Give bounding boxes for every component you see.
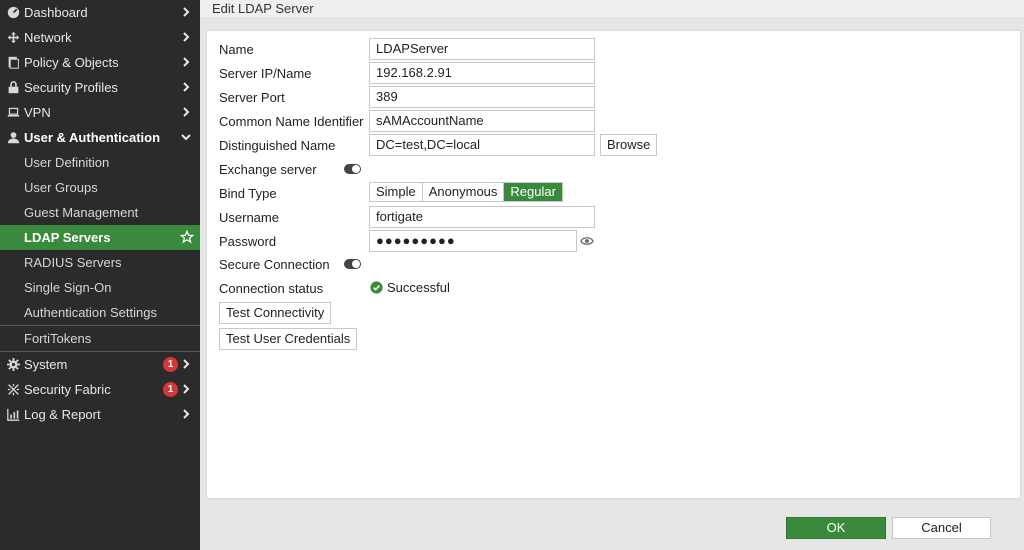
nav-policy-objects[interactable]: Policy & Objects: [0, 50, 200, 75]
nav-log-report[interactable]: Log & Report: [0, 402, 200, 427]
nav-security-profiles[interactable]: Security Profiles: [0, 75, 200, 100]
username-input[interactable]: fortigate: [369, 206, 595, 228]
chevron-right-icon: [180, 106, 192, 118]
policy-icon: [6, 56, 20, 70]
chevron-right-icon: [180, 358, 192, 370]
chevron-right-icon: [180, 31, 192, 43]
nav-user-authentication[interactable]: User & Authentication: [0, 125, 200, 150]
dn-row: Distinguished Name: [219, 134, 369, 156]
dashboard-icon: [6, 6, 20, 20]
chevron-right-icon: [180, 383, 192, 395]
username-label: Username: [219, 209, 279, 225]
nav-log-report-label: Log & Report: [24, 407, 101, 422]
eye-icon[interactable]: [580, 234, 594, 248]
server-row: Server IP/Name: [219, 62, 369, 84]
gear-icon: [6, 358, 20, 372]
check-circle-icon: [370, 281, 383, 294]
test-connectivity-button[interactable]: Test Connectivity: [219, 302, 332, 324]
bind-option-simple[interactable]: Simple: [370, 183, 423, 201]
name-label: Name: [219, 41, 254, 57]
chevron-right-icon: [180, 81, 192, 93]
name-input[interactable]: LDAPServer: [369, 38, 595, 60]
password-input[interactable]: ●●●●●●●●●: [369, 230, 577, 252]
chevron-down-icon: [180, 131, 192, 143]
star-icon[interactable]: [179, 229, 195, 244]
nav-user-authentication-label: User & Authentication: [24, 130, 161, 145]
cn-row: Common Name Identifier: [219, 110, 369, 132]
username-row: Username: [219, 206, 369, 228]
chevron-right-icon: [180, 56, 192, 68]
dn-label: Distinguished Name: [219, 137, 336, 153]
nav-security-profiles-label: Security Profiles: [24, 80, 118, 95]
bind-type-selector: Simple Anonymous Regular: [369, 182, 563, 202]
bind-row: Bind Type: [219, 182, 369, 204]
sidebar-item-ldap-servers[interactable]: LDAP Servers: [0, 225, 200, 250]
nav-system[interactable]: System 1: [0, 352, 200, 377]
nav-network[interactable]: Network: [0, 25, 200, 50]
exchange-toggle[interactable]: [344, 164, 361, 174]
port-row: Server Port: [219, 86, 369, 108]
bind-option-regular[interactable]: Regular: [504, 183, 562, 201]
main-content: Edit LDAP Server Name LDAPServer Server …: [200, 0, 1024, 550]
sidebar-item-label: RADIUS Servers: [24, 255, 122, 270]
name-row: Name: [219, 38, 369, 60]
port-label: Server Port: [219, 89, 285, 105]
nav-vpn-label: VPN: [24, 105, 51, 120]
server-input[interactable]: 192.168.2.91: [369, 62, 595, 84]
dn-input[interactable]: DC=test,DC=local: [369, 134, 595, 156]
status-row: Connection status: [219, 277, 369, 299]
sidebar-item-single-sign-on[interactable]: Single Sign-On: [0, 275, 200, 300]
password-row: Password: [219, 230, 369, 252]
form-panel: Name LDAPServer Server IP/Name 192.168.2…: [207, 31, 1020, 498]
laptop-icon: [6, 106, 20, 120]
chart-icon: [6, 408, 20, 422]
status-value: Successful: [387, 280, 450, 295]
server-label: Server IP/Name: [219, 65, 312, 81]
nav-dashboard-label: Dashboard: [24, 5, 88, 20]
cancel-button[interactable]: Cancel: [892, 517, 991, 539]
nav-system-label: System: [24, 357, 68, 372]
nav-dashboard[interactable]: Dashboard: [0, 0, 200, 25]
port-input[interactable]: 389: [369, 86, 595, 108]
sidebar-item-label: Authentication Settings: [24, 305, 157, 320]
user-icon: [6, 131, 20, 145]
nav-network-label: Network: [24, 30, 72, 45]
secure-toggle[interactable]: [344, 259, 361, 269]
nav-vpn[interactable]: VPN: [0, 100, 200, 125]
lock-icon: [6, 81, 20, 95]
fabric-icon: [6, 383, 20, 397]
sidebar-item-guest-management[interactable]: Guest Management: [0, 200, 200, 225]
network-icon: [6, 31, 20, 45]
chevron-right-icon: [180, 408, 192, 420]
sidebar-item-label: Guest Management: [24, 205, 139, 220]
status-label: Connection status: [219, 280, 324, 296]
sidebar-item-label: FortiTokens: [24, 331, 92, 346]
browse-button[interactable]: Browse: [600, 134, 658, 156]
sidebar-item-label: User Groups: [24, 180, 98, 195]
sidebar-item-user-groups[interactable]: User Groups: [0, 175, 200, 200]
nav-policy-objects-label: Policy & Objects: [24, 55, 119, 70]
bind-option-anonymous[interactable]: Anonymous: [423, 183, 505, 201]
cn-label: Common Name Identifier: [219, 113, 364, 129]
sidebar-item-radius-servers[interactable]: RADIUS Servers: [0, 250, 200, 275]
sidebar-item-label: User Definition: [24, 155, 110, 170]
sidebar-item-label: Single Sign-On: [24, 280, 112, 295]
notification-badge: 1: [163, 382, 178, 397]
sidebar-item-label: LDAP Servers: [24, 230, 111, 245]
sidebar-item-authentication-settings[interactable]: Authentication Settings: [0, 300, 200, 325]
chevron-right-icon: [180, 6, 192, 18]
cn-input[interactable]: sAMAccountName: [369, 110, 595, 132]
bind-label: Bind Type: [219, 185, 277, 201]
password-label: Password: [219, 233, 277, 249]
nav-security-fabric-label: Security Fabric: [24, 382, 111, 397]
notification-badge: 1: [163, 357, 178, 372]
page-title: Edit LDAP Server: [200, 0, 1024, 19]
sidebar-item-fortitokens[interactable]: FortiTokens: [0, 326, 200, 351]
sidebar-item-user-definition[interactable]: User Definition: [0, 150, 200, 175]
connection-status: Successful: [370, 280, 450, 295]
ok-button[interactable]: OK: [786, 517, 886, 539]
nav-security-fabric[interactable]: Security Fabric 1: [0, 377, 200, 402]
sidebar: Dashboard Network Policy & Objects Secur…: [0, 0, 200, 550]
test-user-credentials-button[interactable]: Test User Credentials: [219, 328, 358, 350]
